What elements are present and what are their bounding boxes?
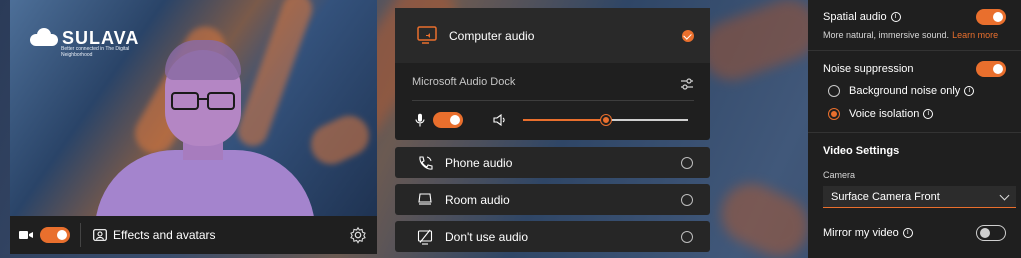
audio-device-name: Microsoft Audio Dock [412,76,516,88]
info-icon[interactable]: i [902,228,913,238]
camera-select-value: Surface Camera Front [831,190,940,203]
spatial-audio-row: Spatial audio i [823,9,1006,25]
room-device-icon [418,192,432,205]
cloud-icon [30,28,58,46]
voice-isolation-label: Voice isolation [849,108,920,120]
speaker-icon [493,114,505,126]
effects-and-avatars-button[interactable]: Effects and avatars [93,228,216,242]
noise-suppression-toggle[interactable] [976,61,1006,77]
background-streak [304,109,376,171]
microphone-icon [415,113,425,127]
noise-suppression-row: Noise suppression [823,61,1006,77]
voice-isolation-option[interactable]: Voice isolation i [828,108,934,120]
chevron-down-icon [999,190,1010,201]
room-audio-radio[interactable] [681,193,693,206]
volume-fill [523,119,606,121]
person-frame-icon [93,229,107,241]
info-icon[interactable]: i [964,86,975,96]
toolbar-divider [80,223,81,247]
no-audio-label: Don't use audio [445,229,529,244]
device-settings-panel: Spatial audio i More natural, immersive … [808,0,1021,258]
background-noise-label: Background noise only [849,85,961,97]
spatial-audio-toggle[interactable] [976,9,1006,25]
computer-audio-label: Computer audio [449,28,535,43]
noise-suppression-label: Noise suppression [823,63,914,75]
no-audio-icon [417,229,433,245]
monitor-speaker-icon [417,25,437,44]
phone-icon [419,155,433,170]
person-silhouette [95,40,315,216]
phone-audio-label: Phone audio [445,155,513,170]
device-settings-icon[interactable] [680,78,694,90]
info-icon[interactable]: i [923,109,934,119]
room-audio-option[interactable]: Room audio [395,184,710,215]
spatial-audio-description: More natural, immersive sound. [823,30,950,40]
effects-label: Effects and avatars [113,228,216,242]
background-noise-radio[interactable] [828,85,840,97]
divider [808,132,1021,133]
glasses [171,92,235,110]
camera-icon [19,231,33,239]
background-stroke [711,173,819,258]
video-toolbar: Effects and avatars [10,216,377,254]
phone-audio-radio[interactable] [681,156,693,169]
volume-thumb[interactable] [600,115,611,125]
camera-toggle[interactable] [40,227,70,243]
video-preview: SULAVA Better connected in The Digital N… [10,0,377,216]
gear-icon[interactable] [349,226,367,244]
computer-audio-card: Computer audio Microsoft Audio Dock [395,8,710,140]
mirror-video-row: Mirror my video i [823,225,1006,241]
spatial-audio-label: Spatial audio [823,11,887,23]
voice-isolation-radio[interactable] [828,108,840,120]
computer-audio-option[interactable]: Computer audio [395,8,710,63]
background-stroke [693,0,827,89]
camera-select[interactable]: Surface Camera Front [823,186,1016,208]
mirror-video-toggle[interactable] [976,225,1006,241]
person-hair [165,40,241,80]
microphone-toggle[interactable] [433,112,463,128]
spatial-audio-desc-row: More natural, immersive sound. Learn mor… [823,30,1006,40]
learn-more-link[interactable]: Learn more [952,30,998,40]
no-audio-option[interactable]: Don't use audio [395,221,710,252]
mirror-video-label: Mirror my video [823,227,899,239]
speaker-volume-slider[interactable] [523,115,688,125]
background-noise-option[interactable]: Background noise only i [828,85,975,97]
divider [808,50,1021,51]
camera-label-row: Camera [823,170,1006,180]
check-icon [682,29,694,42]
no-audio-radio[interactable] [681,230,693,243]
divider [412,100,694,101]
audio-controls [415,111,690,129]
info-icon[interactable]: i [890,12,901,22]
video-settings-heading-row: Video Settings [823,145,1006,157]
video-settings-heading: Video Settings [823,145,900,157]
room-audio-label: Room audio [445,192,510,207]
phone-audio-option[interactable]: Phone audio [395,147,710,178]
camera-label: Camera [823,170,856,180]
